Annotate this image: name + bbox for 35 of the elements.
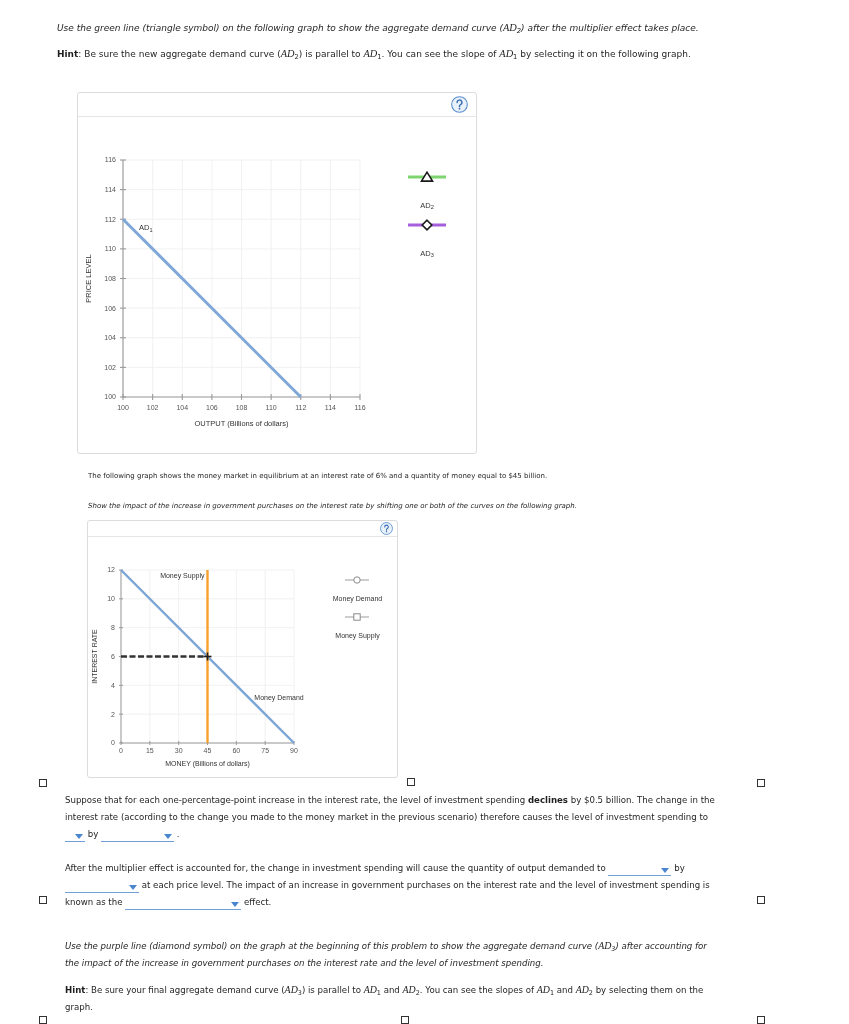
question-text: effect. xyxy=(243,897,272,907)
dropdown[interactable] xyxy=(608,866,672,876)
resize-handle[interactable] xyxy=(39,1016,47,1024)
hint-text: Hint: Be sure the new aggregate demand curve (AD$_{2}$) is parallel to AD$_{1}$. You can see the slope of AD$_{1}$ by selecting it on the following graph. xyxy=(57,48,691,60)
question-text: by xyxy=(674,863,685,873)
question-text: After the multiplier effect is accounted for, the change in investment spending will cause the quantity of output demanded to xyxy=(65,863,606,873)
resize-handle[interactable] xyxy=(757,896,765,904)
hint-text: Hint: Be sure your final aggregate demand curve (AD$_{3}$) is parallel to AD$_{1}$ and AD$_{2}$. You can see the slopes of AD$_{1}$ and AD$_{2}$ by selecting them on the graph. xyxy=(65,983,705,1014)
instruction-text: Use the green line (triangle symbol) on the following graph to show the aggregate demand curve (AD$_{2}$) after the multiplier effect takes place. xyxy=(57,22,699,34)
question-text: by xyxy=(87,829,99,839)
question-text: . xyxy=(176,829,180,839)
resize-handle[interactable] xyxy=(757,779,765,787)
dropdown[interactable] xyxy=(125,900,242,910)
dropdown[interactable] xyxy=(65,832,85,842)
circle-marker-icon xyxy=(345,576,370,584)
square-marker-icon xyxy=(345,613,370,621)
caret-icon xyxy=(164,834,172,839)
resize-handle[interactable] xyxy=(757,1016,765,1024)
question-text: known as the xyxy=(65,897,123,907)
plus-marker-icon[interactable] xyxy=(202,651,213,662)
caret-icon xyxy=(75,834,83,839)
caret-icon xyxy=(661,868,670,873)
help-icon[interactable] xyxy=(451,96,468,113)
question-text: at each price level. The impact of an increase in government purchases on the interest rate and the level of investment spending is xyxy=(141,880,710,890)
curve-line[interactable] xyxy=(206,570,209,743)
caret-icon xyxy=(231,902,240,907)
resize-handle[interactable] xyxy=(401,1016,409,1024)
caret-icon xyxy=(129,885,137,890)
dropdown[interactable] xyxy=(65,883,139,893)
dropdown[interactable] xyxy=(101,832,174,842)
help-icon[interactable] xyxy=(380,522,393,535)
resize-handle[interactable] xyxy=(407,778,415,786)
instruction-text: Use the purple line (diamond symbol) on the graph at the beginning of this problem to show the aggregate demand curve (AD$_{3}$) after accounting for the impact of the increase in government purchases on the interest rate and the level of investment spending. xyxy=(65,939,708,970)
resize-handle[interactable] xyxy=(39,779,47,787)
resize-handle[interactable] xyxy=(39,896,47,904)
